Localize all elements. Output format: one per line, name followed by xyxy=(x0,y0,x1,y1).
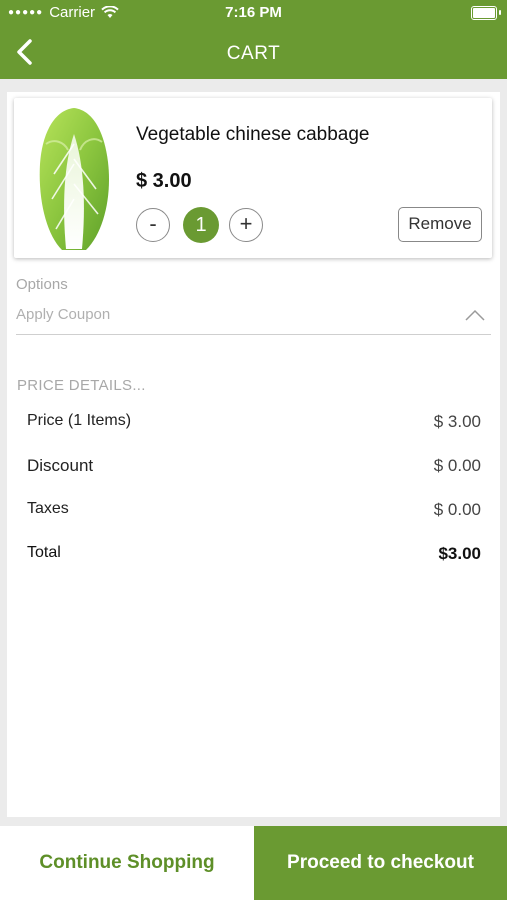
cart-panel: Vegetable chinese cabbage $ 3.00 - 1 + R… xyxy=(7,92,500,817)
product-image xyxy=(39,108,110,250)
chevron-up-icon xyxy=(465,309,485,321)
price-row-label: Price (1 Items) xyxy=(27,412,132,429)
total-label: Total xyxy=(27,544,61,561)
footer-bar: Continue Shopping Proceed to checkout xyxy=(0,826,507,900)
app-header: ●●●●● Carrier 7:16 PM CART xyxy=(0,0,507,79)
page-title: CART xyxy=(226,43,281,64)
total-value: $3.00 xyxy=(438,544,481,563)
continue-shopping-button[interactable]: Continue Shopping xyxy=(0,826,254,900)
options-label: Options xyxy=(16,276,68,293)
discount-row-label: Discount xyxy=(27,456,94,475)
apply-coupon-dropdown[interactable]: Apply Coupon xyxy=(16,302,491,335)
quantity-value: 1 xyxy=(183,207,219,243)
taxes-row-label: Taxes xyxy=(27,500,69,517)
status-time: 7:16 PM xyxy=(225,4,282,21)
cart-item-card: Vegetable chinese cabbage $ 3.00 - 1 + R… xyxy=(14,98,492,258)
product-price: $ 3.00 xyxy=(136,170,192,192)
taxes-row-value: $ 0.00 xyxy=(433,500,481,519)
discount-row-value: $ 0.00 xyxy=(433,456,481,475)
battery-icon xyxy=(471,6,497,20)
price-details-title: PRICE DETAILS... xyxy=(17,377,146,394)
coupon-placeholder: Apply Coupon xyxy=(16,306,111,323)
product-name: Vegetable chinese cabbage xyxy=(136,124,370,145)
increment-button[interactable]: + xyxy=(229,208,263,242)
price-row-value: $ 3.00 xyxy=(433,412,481,431)
decrement-button[interactable]: - xyxy=(136,208,170,242)
proceed-to-checkout-button[interactable]: Proceed to checkout xyxy=(254,826,507,900)
remove-button[interactable]: Remove xyxy=(398,207,482,242)
status-bar: ●●●●● Carrier 7:16 PM xyxy=(0,0,507,26)
